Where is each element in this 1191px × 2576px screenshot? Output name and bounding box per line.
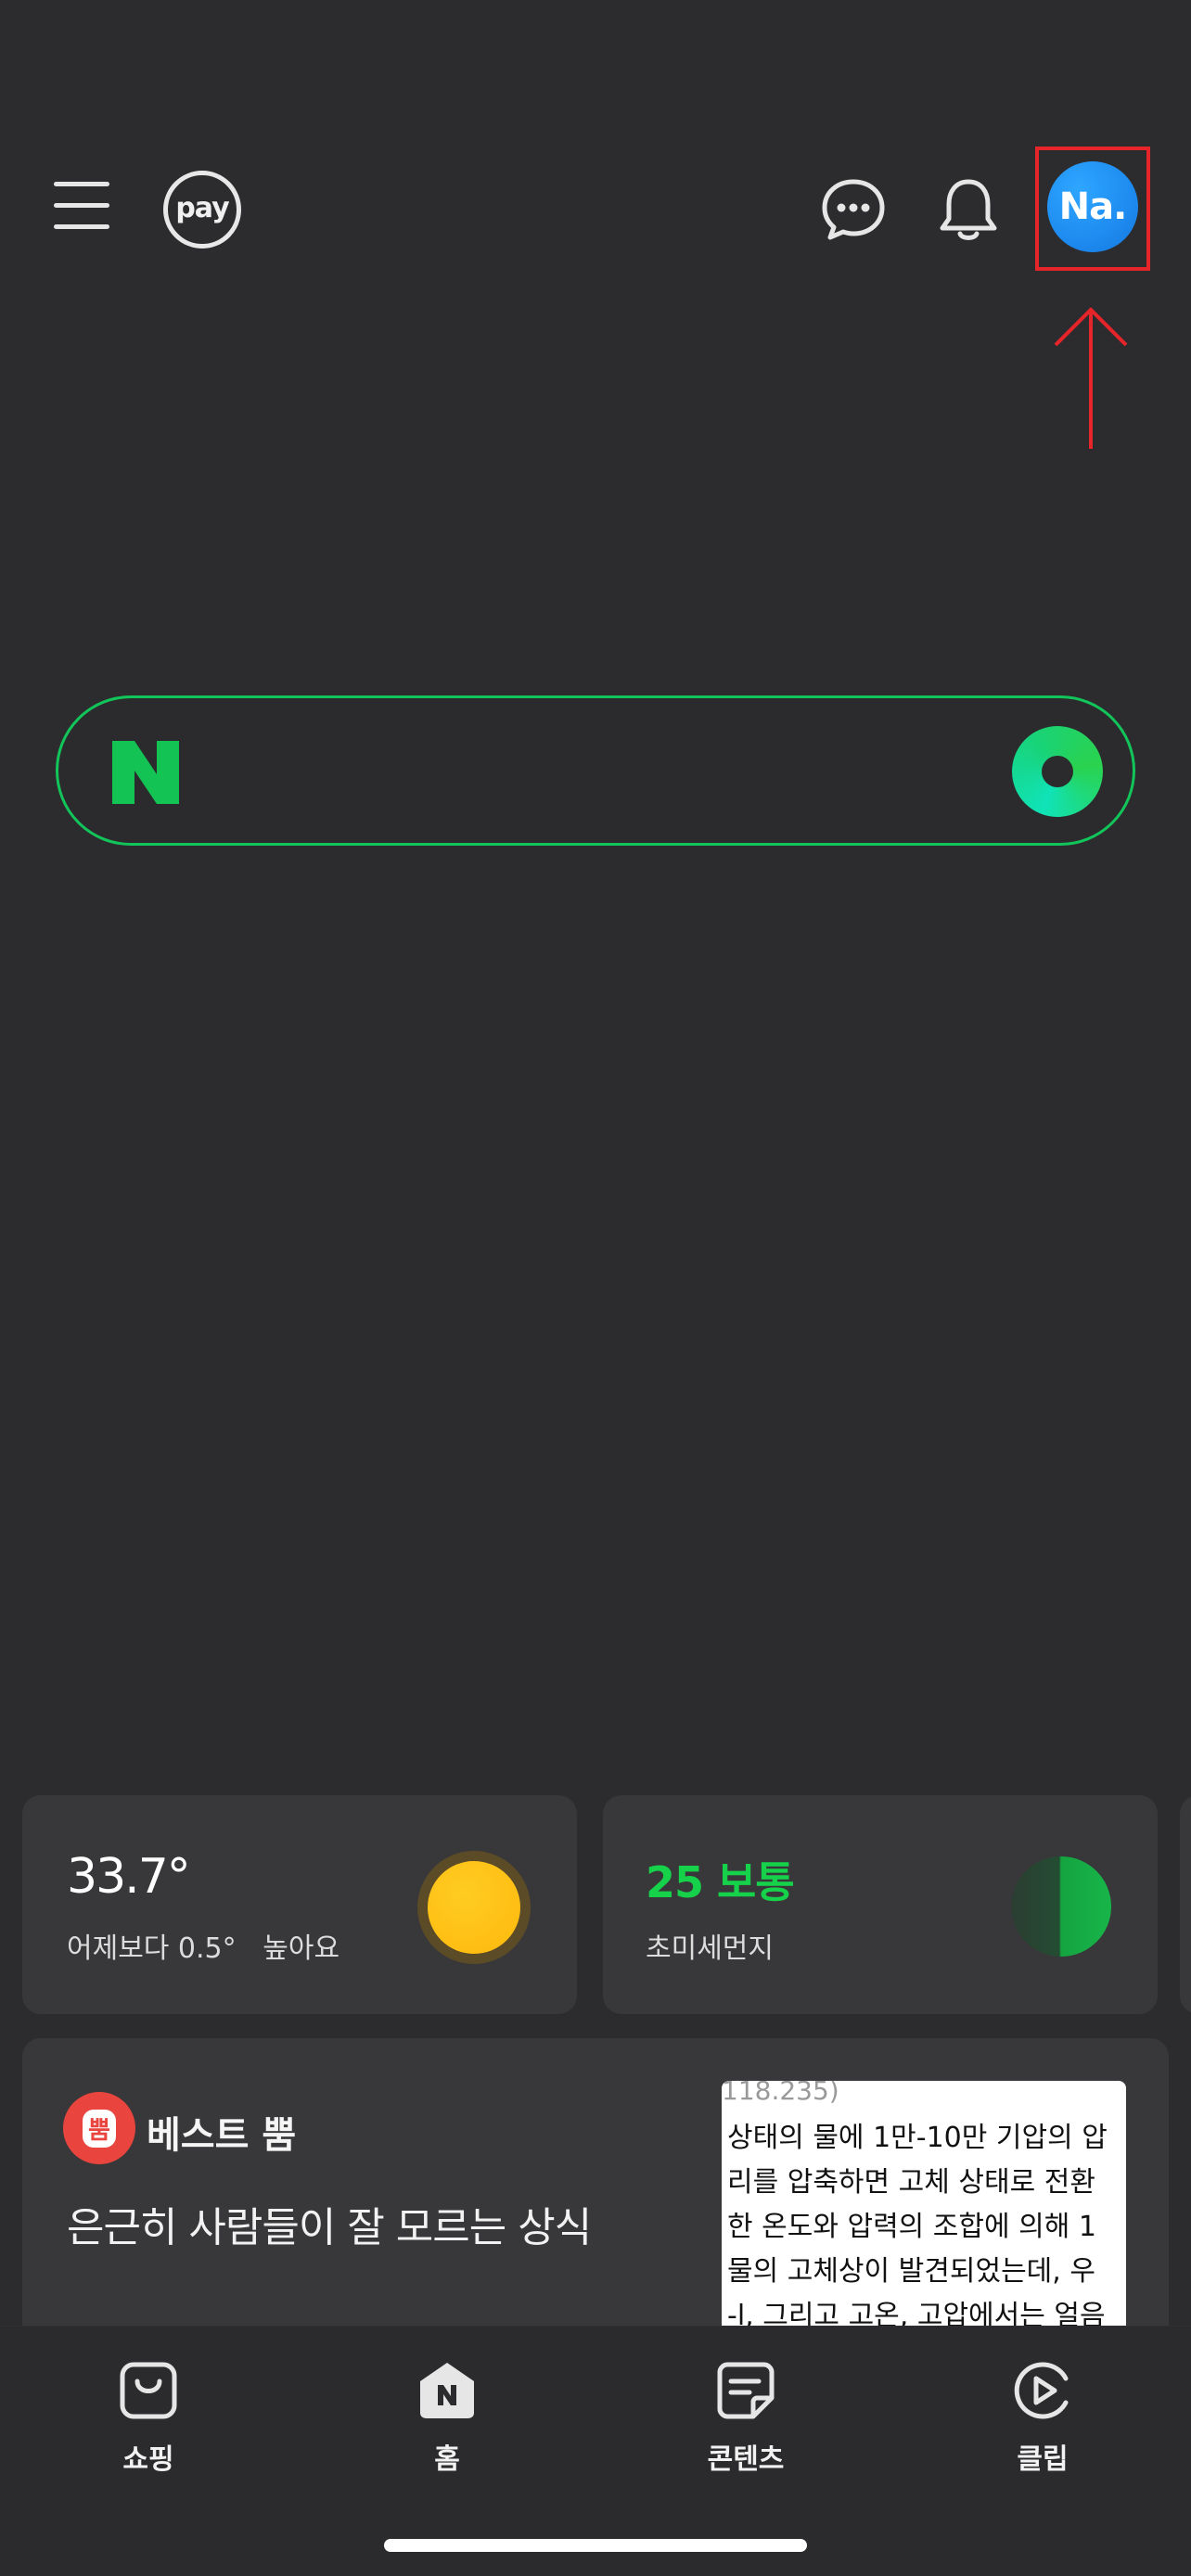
news-thumbnail[interactable]: 118.235) 상태의 물에 1만-10만 기압의 압 리를 압축하면 고체 … (722, 2081, 1126, 2344)
nav-item-content[interactable]: 콘텐츠 (653, 2358, 839, 2477)
temperature: 33.7° (67, 1849, 191, 1905)
search-bar[interactable] (56, 695, 1135, 846)
sun-icon (417, 1851, 531, 1964)
thumbnail-text-line: 리를 압축하면 고체 상태로 전환 (727, 2166, 1095, 2199)
nav-item-shopping[interactable]: 쇼핑 (56, 2358, 241, 2477)
thumbnail-text-line: 물의 고체상이 발견되었는데, 우 (727, 2255, 1095, 2288)
thumbnail-text-line: 118.235) (722, 2081, 839, 2106)
pay-label: pay (175, 191, 229, 224)
pay-button[interactable]: pay (163, 171, 241, 249)
temperature-comparison: 어제보다 0.5° 높아요 (67, 1932, 340, 1965)
shopping-bag-icon (116, 2358, 181, 2423)
air-quality-value: 25 보통 (646, 1857, 795, 1907)
thumbnail-text-line: 한 온도와 압력의 조합에 의해 1 (727, 2211, 1096, 2243)
thumbnail-text-line: 상태의 물에 1만-10만 기압의 압 (727, 2122, 1108, 2154)
news-card[interactable]: 뿜 베스트 뿜 은근히 사람들이 잘 모르는 상식 118.235) 상태의 물… (22, 2038, 1169, 2344)
ppom-badge-icon: 뿜 (63, 2092, 135, 2164)
home-n-icon (415, 2358, 480, 2423)
bell-icon[interactable] (933, 172, 1004, 247)
hamburger-menu-icon[interactable] (52, 176, 111, 236)
nav-item-home[interactable]: 홈 (354, 2358, 540, 2477)
nav-label-clip: 클립 (1017, 2443, 1069, 2476)
annotation-arrow-icon (1052, 304, 1130, 453)
news-title[interactable]: 은근히 사람들이 잘 모르는 상식 (67, 2194, 592, 2253)
nav-label-content: 콘텐츠 (707, 2443, 785, 2476)
air-quality-card[interactable]: 25 보통 초미세먼지 (603, 1795, 1158, 2014)
home-indicator[interactable] (384, 2539, 807, 2552)
nav-label-shopping: 쇼핑 (122, 2443, 174, 2476)
clip-play-icon (1010, 2358, 1075, 2423)
content-note-icon (713, 2358, 778, 2423)
profile-highlight-box: Na. (1035, 147, 1150, 271)
nav-item-clip[interactable]: 클립 (950, 2358, 1135, 2477)
weather-card[interactable]: 33.7° 어제보다 0.5° 높아요 (22, 1795, 577, 2014)
naver-n-logo-icon (110, 739, 181, 806)
avatar[interactable]: Na. (1047, 161, 1138, 252)
green-dot-search-button[interactable] (1012, 726, 1103, 817)
chat-bubble-icon[interactable] (816, 172, 890, 247)
avatar-text: Na. (1058, 185, 1128, 228)
air-quality-label: 초미세먼지 (646, 1932, 774, 1965)
air-quality-indicator-icon (1011, 1856, 1111, 1957)
nav-label-home: 홈 (434, 2443, 460, 2476)
news-tag: 베스트 뿜 (147, 2114, 297, 2157)
badge-text: 뿜 (83, 2109, 116, 2148)
next-card-peek[interactable] (1180, 1795, 1191, 2014)
